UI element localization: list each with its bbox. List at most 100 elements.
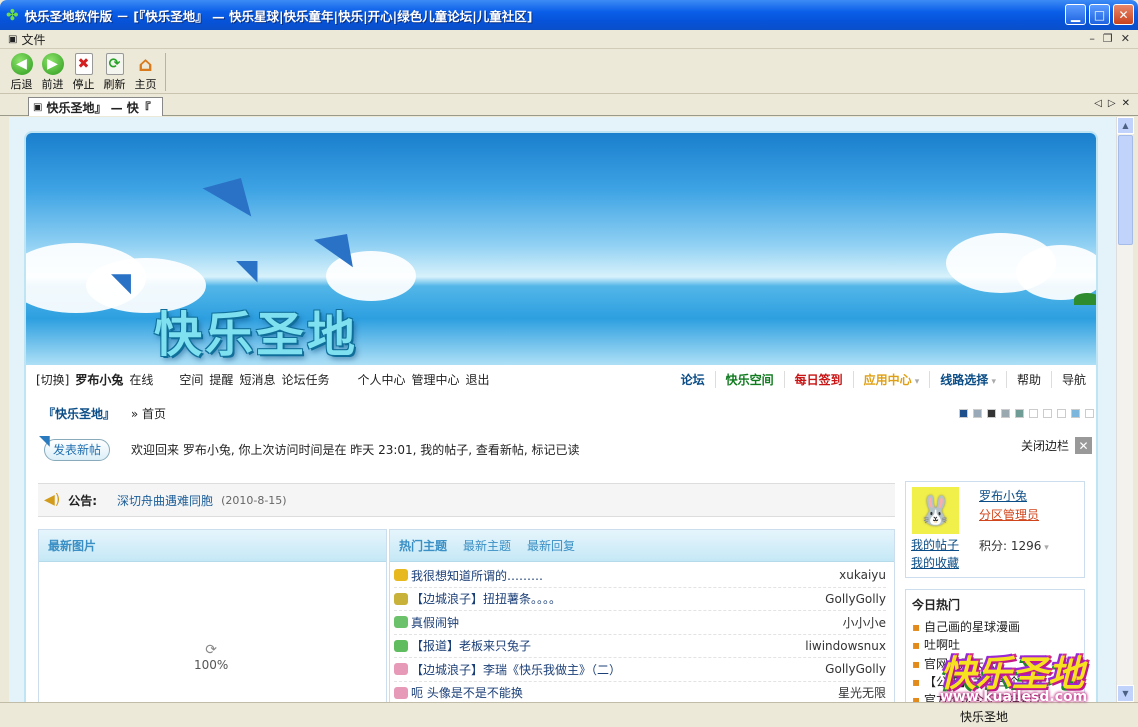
nav-daily-signin[interactable]: 每日签到 [783, 370, 853, 388]
nav-space[interactable]: 空间 [179, 371, 203, 388]
announcement-bar: ◀) 公告: 深切舟曲遇难同胞 (2010-8-15) [38, 483, 895, 517]
mdi-restore-icon[interactable]: ❐ [1103, 32, 1113, 45]
swatch[interactable] [1071, 409, 1080, 418]
home-button[interactable]: ⌂ 主页 [130, 50, 161, 93]
welcome-bar: ◥ 发表新帖 欢迎回来 罗布小兔, 你上次访问时间是在 昨天 23:01, 我的… [39, 429, 1096, 465]
new-post-label: 发表新帖 [52, 443, 101, 457]
online-status[interactable]: 在线 [129, 371, 153, 388]
scroll-thumb[interactable] [1118, 135, 1133, 245]
table-row[interactable]: 呃 头像是不是不能换 星光无限 [394, 682, 886, 703]
table-row[interactable]: 【报道】老板来只兔子 liwindowsnux [394, 635, 886, 658]
tab-prev-icon[interactable]: ◁ [1094, 98, 1102, 109]
maximize-button[interactable]: □ [1089, 4, 1110, 25]
topic-author[interactable]: GollyGolly [825, 662, 886, 676]
topic-author[interactable]: 星光无限 [838, 684, 886, 701]
swatch[interactable] [1043, 409, 1052, 418]
user-name-link[interactable]: 罗布小兔 [979, 487, 1027, 504]
user-score[interactable]: 积分: 1296 ▾ [979, 537, 1049, 554]
vertical-scrollbar[interactable]: ▲ ▼ [1116, 117, 1134, 702]
announcement-link[interactable]: 深切舟曲遇难同胞 [117, 492, 213, 509]
forward-label: 前进 [41, 78, 64, 91]
table-row[interactable]: 【边城浪子】李瑞《快乐我做主》（二） GollyGolly [394, 658, 886, 682]
table-row[interactable]: 我很想知道所谓的……… xukaiyu [394, 564, 886, 588]
mdi-minimize-icon[interactable]: – [1089, 32, 1095, 45]
user-role-link[interactable]: 分区管理员 [979, 506, 1039, 523]
latest-pictures-title: 最新图片 [48, 539, 97, 553]
topic-title[interactable]: 真假闹钟 [411, 614, 843, 631]
back-arrow-icon: ◀ [10, 53, 33, 75]
window-title: 快乐圣地软件版 － [『快乐圣地』 — 快乐星球|快乐童年|快乐|开心|绿色儿童… [24, 8, 533, 24]
nav-guide[interactable]: 导航 [1050, 370, 1096, 388]
tab-label: 快乐圣地』 — 快『 [46, 100, 151, 115]
topic-title[interactable]: 【边城浪子】李瑞《快乐我做主》（二） [411, 661, 825, 678]
tab-latest-topics[interactable]: 最新主题 [463, 537, 511, 554]
nav-line-select-label: 线路选择 [940, 372, 989, 387]
list-item[interactable]: 自己画的星球漫画 [912, 618, 1044, 636]
swatch[interactable] [973, 409, 982, 418]
tab-controls: ◁ ▷ ✕ [1094, 98, 1130, 109]
breadcrumb-site[interactable]: 『快乐圣地』 [43, 407, 115, 421]
topic-title[interactable]: 呃 头像是不是不能换 [411, 684, 838, 701]
topic-author[interactable]: liwindowsnux [805, 639, 886, 653]
topic-title[interactable]: 【边城浪子】扭扭薯条。。。。 [411, 590, 825, 607]
forward-button[interactable]: ▶ 前进 [37, 50, 68, 93]
announcement-date: (2010-8-15) [221, 493, 287, 507]
nav-app-center[interactable]: 应用中心 ▾ [852, 370, 930, 388]
topic-author[interactable]: xukaiyu [839, 568, 886, 582]
loading-percent: 100% [194, 658, 229, 672]
avatar[interactable]: 🐰 [912, 487, 959, 534]
mdi-close-icon[interactable]: ✕ [1121, 32, 1130, 45]
nav-tasks[interactable]: 论坛任务 [281, 371, 329, 388]
my-favorites-link[interactable]: 我的收藏 [911, 554, 959, 571]
close-sidebar[interactable]: 关闭边栏 ✕ [1021, 437, 1092, 454]
cloud [1016, 245, 1096, 300]
site-banner: ◥ ◥ ◥ ◥ 快乐圣地 [26, 133, 1096, 365]
dolphin-icon: ◥ [111, 268, 131, 298]
my-posts-link[interactable]: 我的帖子 [911, 536, 959, 553]
swatch[interactable] [987, 409, 996, 418]
nav-help[interactable]: 帮助 [1005, 370, 1051, 388]
swatch[interactable] [1085, 409, 1094, 418]
nav-happy-space[interactable]: 快乐空间 [714, 370, 784, 388]
tab-current[interactable]: ▣ 快乐圣地』 — 快『 [28, 97, 163, 116]
status-text: 快乐圣地 [960, 710, 1009, 724]
back-button[interactable]: ◀ 后退 [6, 50, 37, 93]
topic-author[interactable]: 小小小e [843, 614, 886, 631]
tab-next-icon[interactable]: ▷ [1108, 98, 1116, 109]
close-button[interactable]: ✕ [1113, 4, 1134, 25]
announcement-label: 公告: [68, 493, 98, 508]
refresh-button[interactable]: ⟳ 刷新 [99, 50, 130, 93]
scroll-up-icon[interactable]: ▲ [1117, 117, 1134, 134]
nav-logout[interactable]: 退出 [466, 371, 490, 388]
nav-username[interactable]: 罗布小兔 [75, 371, 123, 388]
nav-forum[interactable]: 论坛 [671, 371, 715, 388]
tab-latest-replies[interactable]: 最新回复 [527, 537, 575, 554]
statusbar: 快乐圣地 [0, 702, 1138, 727]
close-icon[interactable]: ✕ [1075, 437, 1092, 454]
tab-hot-topics[interactable]: 热门主题 [399, 537, 447, 554]
nav-messages[interactable]: 短消息 [239, 371, 275, 388]
table-row[interactable]: 真假闹钟 小小小e [394, 611, 886, 635]
minimize-button[interactable]: ▁ [1065, 4, 1086, 25]
topic-title[interactable]: 【报道】老板来只兔子 [411, 637, 805, 654]
topic-author[interactable]: GollyGolly [825, 592, 886, 606]
swatch[interactable] [1057, 409, 1066, 418]
table-row[interactable]: 【边城浪子】扭扭薯条。。。。 GollyGolly [394, 588, 886, 611]
nav-reminder[interactable]: 提醒 [209, 371, 233, 388]
switch-link[interactable]: [切换] [36, 371, 69, 388]
nav-profile[interactable]: 个人中心 [357, 371, 405, 388]
nav-admin[interactable]: 管理中心 [411, 371, 459, 388]
nav-line-select[interactable]: 线路选择 ▾ [929, 370, 1006, 388]
stop-button[interactable]: ✖ 停止 [68, 50, 99, 93]
menu-file[interactable]: ▣ 文件 [8, 31, 45, 48]
breadcrumb-sep: » [130, 407, 139, 421]
window-titlebar[interactable]: ✤ 快乐圣地软件版 － [『快乐圣地』 — 快乐星球|快乐童年|快乐|开心|绿色… [0, 0, 1138, 30]
swatch[interactable] [1001, 409, 1010, 418]
swatch[interactable] [1015, 409, 1024, 418]
tab-close-icon[interactable]: ✕ [1122, 98, 1130, 109]
swatch[interactable] [959, 409, 968, 418]
breadcrumb: 『快乐圣地』 » 首页 [43, 405, 166, 422]
topic-title[interactable]: 我很想知道所谓的……… [411, 567, 839, 584]
new-post-button[interactable]: ◥ 发表新帖 [39, 433, 110, 461]
swatch[interactable] [1029, 409, 1038, 418]
